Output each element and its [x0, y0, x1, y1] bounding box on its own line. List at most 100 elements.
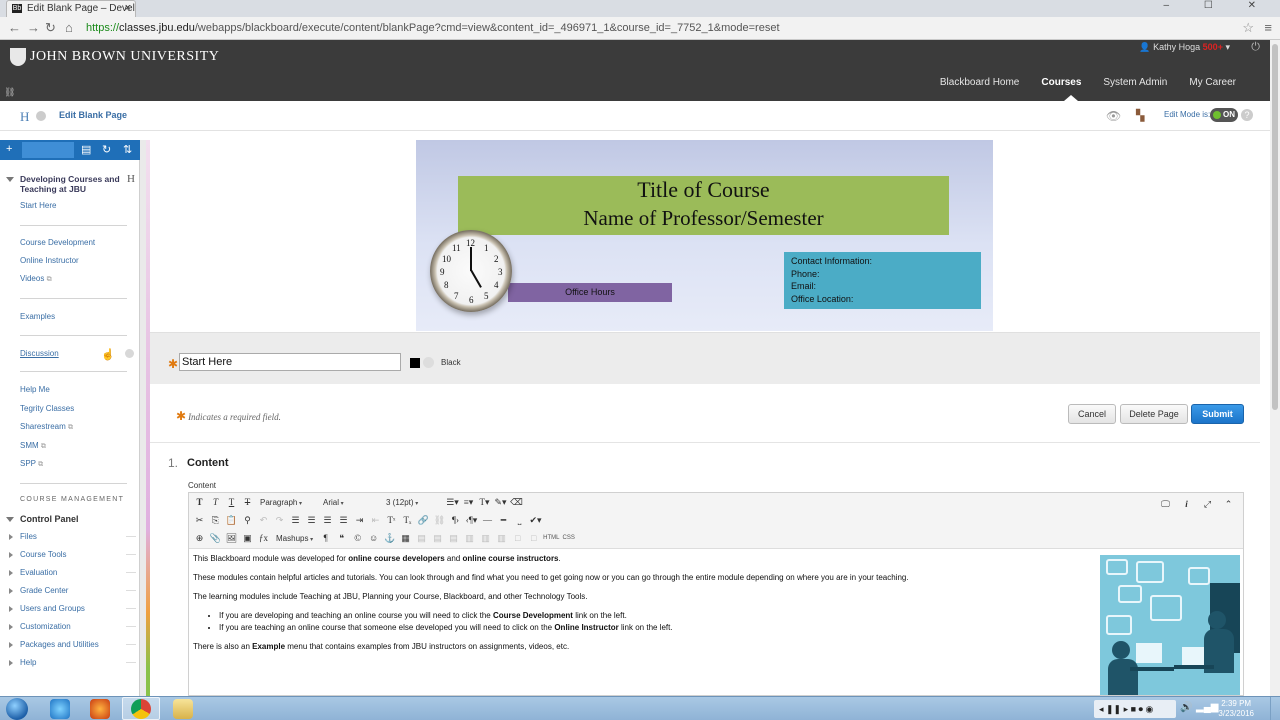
back-icon[interactable]: ← — [8, 20, 21, 35]
control-panel-item-evaluation[interactable]: Evaluation — [9, 568, 57, 577]
add-menu-item-icon[interactable]: + — [6, 143, 12, 155]
firefox-icon[interactable] — [90, 699, 110, 719]
page-scrollbar[interactable] — [1270, 40, 1280, 696]
add-content-icon[interactable]: ⊕ — [193, 531, 206, 545]
title-color-swatch[interactable] — [410, 358, 420, 368]
control-panel-item-grade-center[interactable]: Grade Center — [9, 586, 68, 595]
underline-icon[interactable]: T — [225, 495, 238, 509]
browser-menu-icon[interactable]: ≡ — [1264, 20, 1272, 35]
folder-view-icon[interactable]: ▤ — [81, 143, 91, 156]
university-logo[interactable]: JOHN BROWN UNIVERSITY — [10, 48, 219, 66]
edit-mode-toggle[interactable]: ON — [1210, 108, 1238, 122]
file-explorer-icon[interactable] — [173, 699, 193, 719]
collapse-triangle-icon[interactable] — [6, 517, 14, 522]
page-name-input[interactable] — [179, 353, 401, 371]
insert-media-icon[interactable]: ▣ — [241, 531, 254, 545]
fullscreen-icon[interactable]: ⤢ — [1201, 497, 1214, 511]
css-button[interactable]: CSS — [563, 535, 575, 541]
align-right-icon[interactable]: ☰ — [321, 513, 334, 527]
student-preview-eye-icon[interactable]: 👁 — [1106, 109, 1121, 123]
sidebar-item-course-development[interactable]: Course Development — [20, 238, 95, 247]
cancel-button[interactable]: Cancel — [1068, 404, 1116, 424]
nav-blackboard-home[interactable]: Blackboard Home — [940, 77, 1019, 88]
copy-icon[interactable]: ⎘ — [209, 513, 222, 527]
link-icon[interactable]: 🔗 — [417, 513, 430, 527]
font-size-select[interactable]: 3 (12pt) — [383, 496, 443, 509]
reorder-icon[interactable]: ⇅ — [123, 143, 132, 156]
browser-tab[interactable]: Bb Edit Blank Page – Develo × — [6, 0, 136, 17]
outdent-icon[interactable]: ⇤ — [369, 513, 382, 527]
nav-system-admin[interactable]: System Admin — [1103, 77, 1167, 88]
reload-icon[interactable]: ↻ — [45, 20, 56, 36]
chrome-icon[interactable] — [131, 699, 151, 719]
control-panel-item-users-and-groups[interactable]: Users and Groups — [9, 604, 85, 613]
unlink-icon[interactable]: ⛓ — [433, 513, 446, 527]
table-delete-col-icon[interactable]: ▥ — [495, 531, 508, 545]
sidebar-item-discussion[interactable]: Discussion — [20, 349, 59, 358]
control-panel-item-customization[interactable]: Customization — [9, 622, 71, 631]
collapse-toolbar-icon[interactable]: ⌃ — [1222, 497, 1235, 511]
submit-button[interactable]: Submit — [1191, 404, 1244, 424]
ltr-icon[interactable]: ¶› — [449, 513, 462, 527]
undo-icon[interactable]: ↶ — [257, 513, 270, 527]
table-row-before-icon[interactable]: ▤ — [415, 531, 428, 545]
bookmark-star-icon[interactable]: ☆ — [1242, 20, 1254, 36]
user-menu[interactable]: 👤 Kathy Hoga 500+ ▾ — [1139, 42, 1230, 53]
table-split-icon[interactable]: □ — [511, 531, 524, 545]
item-options-chevron-icon[interactable] — [125, 349, 134, 358]
page-options-icon[interactable]: ▚ — [1136, 109, 1144, 122]
show-desktop-button[interactable] — [1270, 697, 1280, 720]
window-controls[interactable]: – ☐ ✕ — [1164, 0, 1272, 11]
font-family-select[interactable]: Arial — [320, 496, 380, 509]
math-equation-icon[interactable]: ƒx — [257, 531, 270, 545]
logout-power-icon[interactable]: ⏻ — [1251, 41, 1260, 54]
nav-my-career[interactable]: My Career — [1189, 77, 1236, 88]
table-col-before-icon[interactable]: ▥ — [463, 531, 476, 545]
sidebar-item-spp[interactable]: SPP ⧉ — [20, 459, 43, 469]
internet-explorer-icon[interactable] — [50, 699, 70, 719]
color-picker-chevron-icon[interactable] — [423, 357, 434, 368]
sidebar-item-smm[interactable]: SMM ⧉ — [20, 441, 46, 451]
horizontal-rule-icon[interactable]: — — [481, 513, 494, 527]
rtl-icon[interactable]: ‹¶▾ — [465, 513, 478, 527]
mashups-select[interactable]: Mashups — [273, 532, 316, 545]
table-delete-row-icon[interactable]: ▤ — [447, 531, 460, 545]
control-panel-heading[interactable]: Control Panel — [20, 514, 79, 524]
italic-icon[interactable]: T — [209, 495, 222, 509]
insert-table-icon[interactable]: ▦ — [399, 531, 412, 545]
spellcheck-icon[interactable]: ✔▾ — [529, 513, 542, 527]
bullet-list-icon[interactable]: ☰▾ — [446, 495, 459, 509]
align-justify-icon[interactable]: ☰ — [337, 513, 350, 527]
sidebar-item-examples[interactable]: Examples — [20, 312, 55, 321]
sidebar-item-start-here[interactable]: Start Here — [20, 201, 56, 210]
sidebar-item-sharestream[interactable]: Sharestream ⧉ — [20, 422, 73, 432]
blockquote-icon[interactable]: ❝ — [335, 531, 348, 545]
network-icon[interactable]: ▂▄▆ — [1196, 702, 1218, 713]
start-button-icon[interactable] — [6, 698, 28, 720]
sidebar-item-online-instructor[interactable]: Online Instructor — [20, 256, 79, 265]
eraser-icon[interactable]: ⌫ — [510, 495, 523, 509]
nav-courses[interactable]: Courses — [1041, 77, 1081, 88]
line-icon[interactable]: ━ — [497, 513, 510, 527]
delete-page-button[interactable]: Delete Page — [1120, 404, 1188, 424]
table-col-after-icon[interactable]: ▥ — [479, 531, 492, 545]
anchor-icon[interactable]: ⚓ — [383, 531, 396, 545]
insert-image-icon[interactable]: 🖼 — [225, 531, 238, 545]
course-menu-chevron-icon[interactable] — [36, 111, 46, 121]
find-icon[interactable]: ⚲ — [241, 513, 254, 527]
refresh-icon[interactable]: ↻ — [102, 143, 111, 156]
text-style-icon[interactable]: T▾ — [478, 495, 491, 509]
table-row-after-icon[interactable]: ▤ — [431, 531, 444, 545]
paragraph-format-select[interactable]: Paragraph — [257, 496, 317, 509]
course-title[interactable]: Developing Courses and Teaching at JBU — [20, 174, 124, 194]
control-panel-item-files[interactable]: Files — [9, 532, 37, 541]
attach-file-icon[interactable]: 📎 — [209, 531, 222, 545]
superscript-icon[interactable]: Tˣ — [385, 513, 398, 527]
forward-icon[interactable]: → — [27, 20, 40, 35]
pen-icon[interactable]: ✎▾ — [494, 495, 507, 509]
emoticon-icon[interactable]: ☺ — [367, 531, 380, 545]
volume-icon[interactable]: 🔊 — [1180, 702, 1192, 713]
control-panel-item-course-tools[interactable]: Course Tools — [9, 550, 67, 559]
html-source-button[interactable]: HTML — [543, 535, 559, 541]
sidebar-item-help-me[interactable]: Help Me — [20, 385, 50, 394]
